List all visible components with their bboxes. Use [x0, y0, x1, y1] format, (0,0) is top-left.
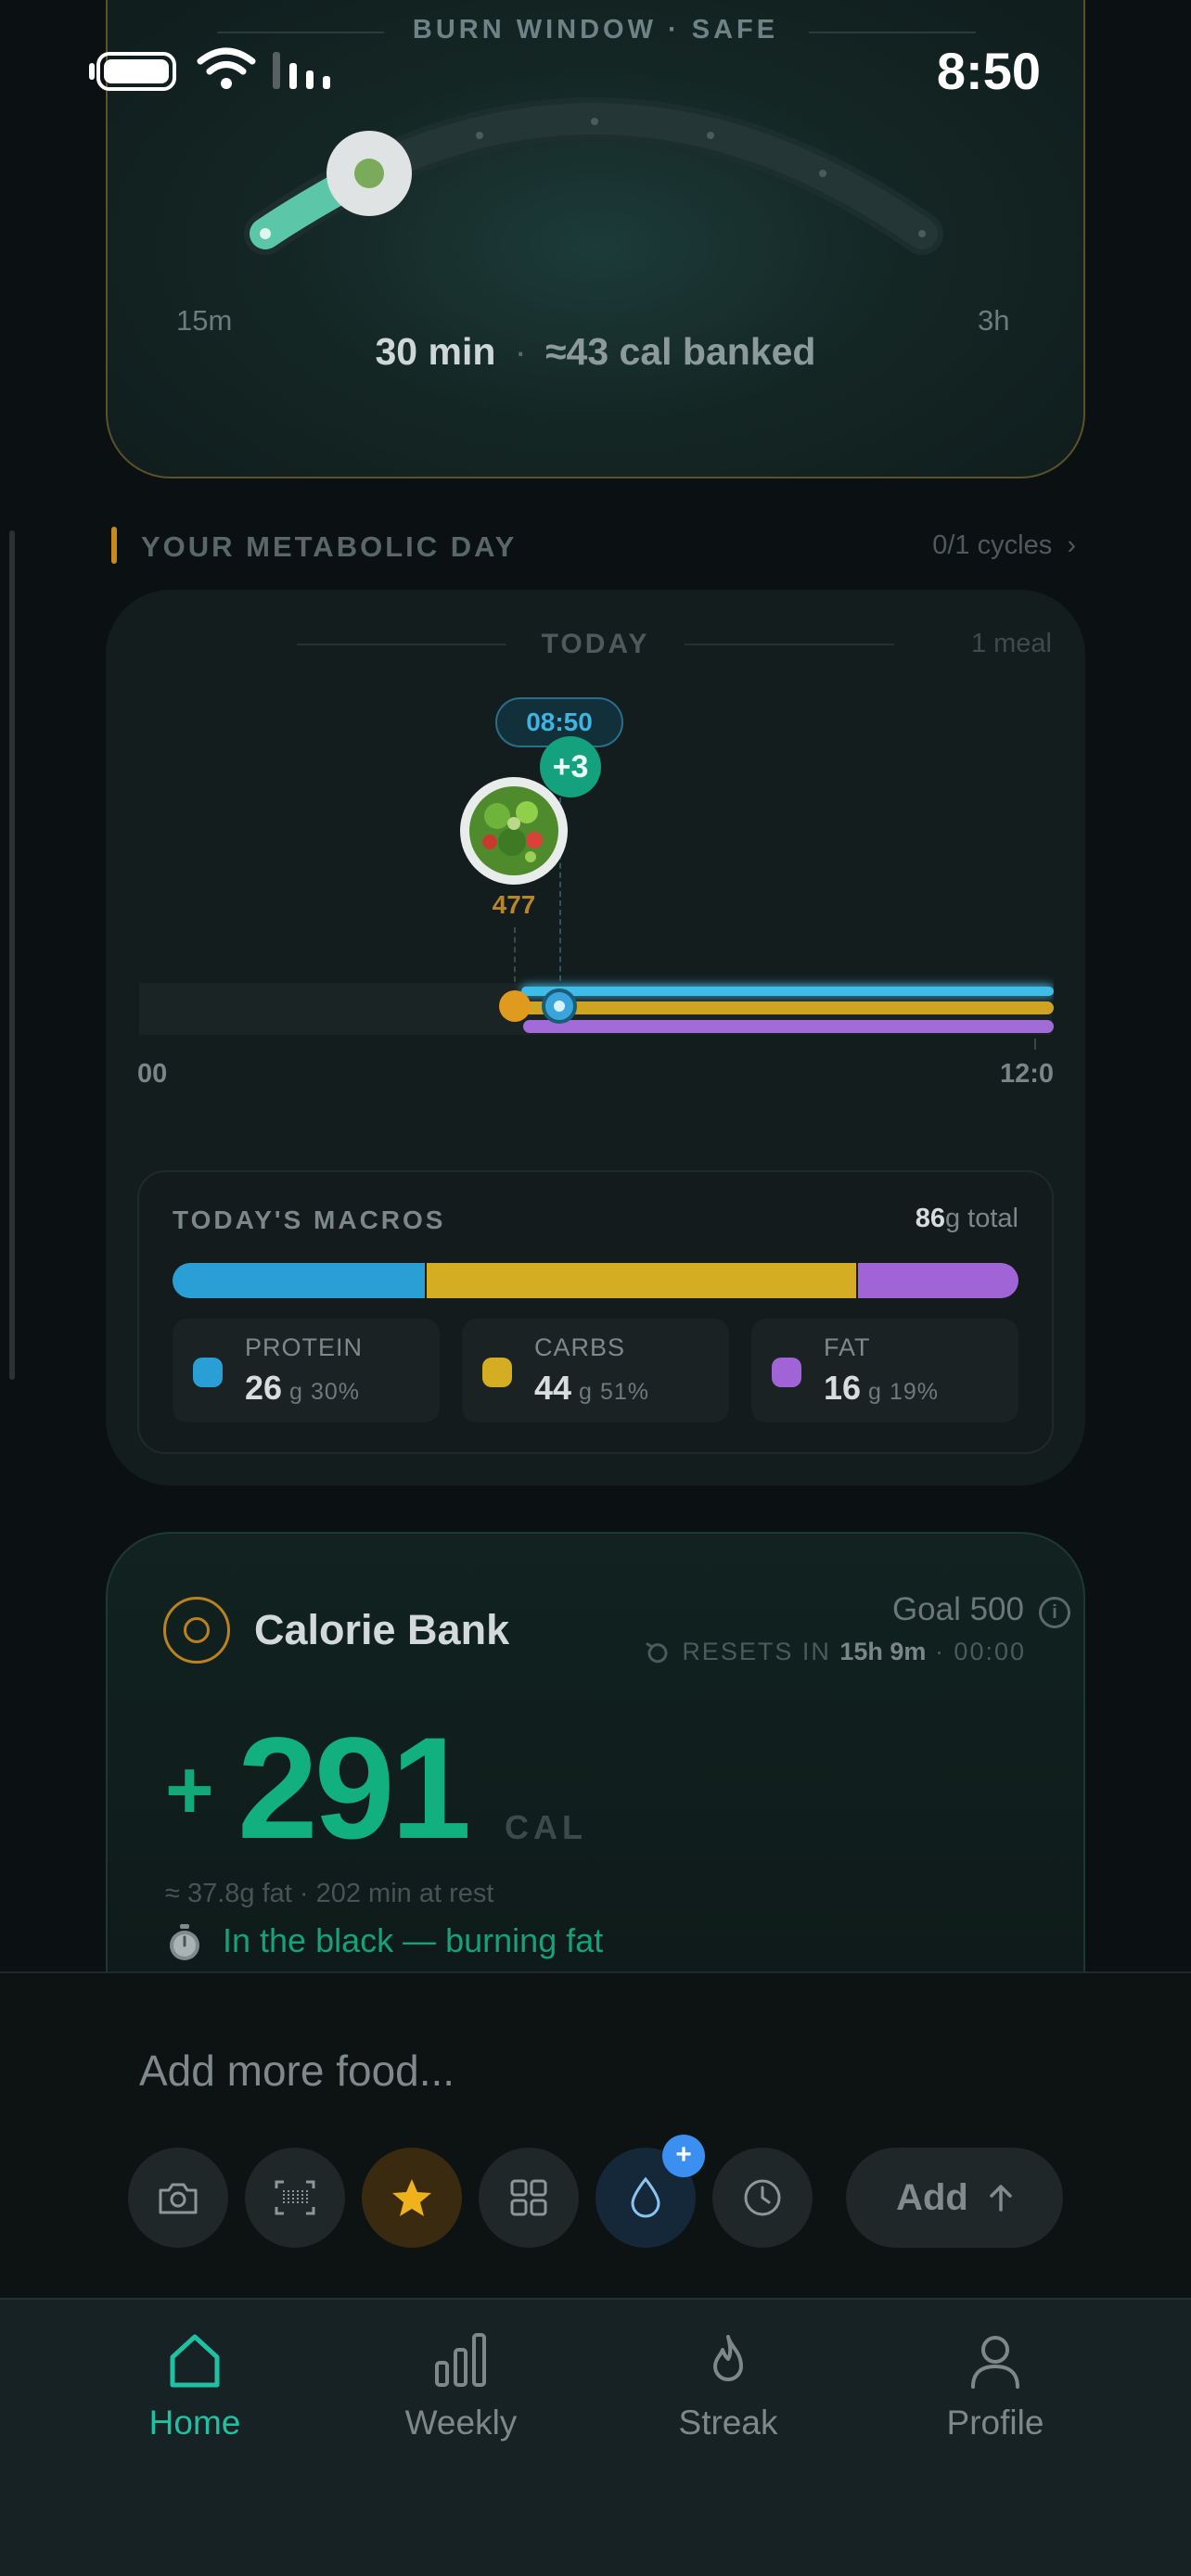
person-icon	[971, 2336, 1019, 2389]
macro-name: PROTEIN	[245, 1333, 364, 1361]
burn-banked: ≈43 cal banked	[545, 330, 816, 373]
bank-subtext: ≈ 37.8g fat · 202 min at rest	[165, 1879, 494, 1908]
meal-count: 1 meal	[970, 629, 1052, 658]
add-food-input[interactable]: Add more food...	[139, 2046, 455, 2096]
history-button[interactable]	[712, 2148, 813, 2248]
tab-streak[interactable]: Streak	[617, 2331, 839, 2442]
macros-total: 86g total	[915, 1204, 1018, 1233]
bank-sign: +	[165, 1744, 214, 1837]
carbs-segment	[426, 1263, 858, 1298]
reset-countdown: RESETS IN 15h 9m · 00:00	[682, 1638, 1026, 1665]
bank-value: 291	[237, 1708, 471, 1869]
protein-band	[521, 987, 1054, 996]
macro-value: 16 g 19%	[824, 1369, 939, 1407]
timeline-end-label: 12:0	[999, 1059, 1054, 1089]
protein-segment	[173, 1263, 427, 1298]
bank-status: In the black — burning fat	[223, 1921, 604, 1959]
carbs-swatch	[482, 1358, 512, 1387]
tab-weekly[interactable]: Weekly	[350, 2331, 572, 2442]
fat-segment	[857, 1263, 1018, 1298]
slider-thumb[interactable]	[327, 131, 412, 216]
add-food-panel	[0, 1971, 1191, 2298]
wifi-icon	[197, 47, 256, 89]
macro-name: FAT	[824, 1333, 871, 1361]
water-add-badge[interactable]: +	[662, 2135, 705, 2177]
star-icon	[392, 2179, 431, 2216]
burn-duration: 30 min	[375, 330, 496, 373]
macro-distribution-bar	[173, 1263, 1018, 1298]
burn-summary: 30 min · ≈43 cal banked	[375, 330, 816, 373]
bank-unit: CAL	[505, 1808, 587, 1846]
fat-band	[523, 1020, 1054, 1033]
bank-goal: Goal 500	[891, 1591, 1024, 1627]
section-title: YOUR METABOLIC DAY	[141, 530, 518, 563]
macro-value: 44 g 51%	[534, 1369, 649, 1407]
carbs-band	[523, 1001, 1054, 1014]
reset-icon	[646, 1642, 668, 1664]
info-icon[interactable]: i	[1039, 1597, 1070, 1628]
bar-chart-icon	[435, 2333, 486, 2387]
macro-value: 26 g 30%	[245, 1369, 360, 1407]
stopwatch-icon	[170, 1924, 199, 1960]
macro-name: CARBS	[534, 1333, 626, 1361]
bank-ring-icon	[163, 1597, 230, 1664]
tab-home[interactable]: Home	[83, 2331, 306, 2442]
library-button[interactable]	[479, 2148, 579, 2248]
cellular-signal-icon	[273, 52, 330, 89]
battery-icon	[96, 52, 176, 91]
grid-icon	[510, 2179, 547, 2216]
cycles-link[interactable]: 0/1 cycles ›	[932, 530, 1076, 561]
camera-icon	[159, 2183, 198, 2214]
tab-label: Profile	[946, 2404, 1044, 2442]
macros-title: TODAY'S MACROS	[173, 1205, 446, 1234]
add-button-label: Add	[896, 2176, 968, 2218]
more-meals-badge[interactable]: +3	[540, 736, 601, 797]
tab-label: Streak	[678, 2404, 778, 2442]
clock-icon	[744, 2179, 781, 2216]
chevron-right-icon: ›	[1067, 530, 1076, 560]
arrow-up-icon	[990, 2185, 1012, 2212]
battery-nub	[89, 63, 95, 80]
macro-tile-fat[interactable]: FAT 16 g 19%	[751, 1319, 1018, 1422]
section-accent	[111, 527, 117, 564]
add-button[interactable]: Add	[846, 2148, 1063, 2248]
tab-label: Home	[148, 2404, 241, 2442]
flame-icon	[713, 2335, 743, 2381]
macro-tile-carbs[interactable]: CARBS 44 g 51%	[462, 1319, 729, 1422]
meal-calories: 477	[492, 890, 536, 919]
home-icon	[170, 2334, 220, 2388]
macro-tile-protein[interactable]: PROTEIN 26 g 30%	[173, 1319, 440, 1422]
status-bar: 8:50	[0, 0, 1191, 139]
favorites-button[interactable]	[362, 2148, 462, 2248]
barcode-scan-button[interactable]	[245, 2148, 345, 2248]
barcode-scan-icon	[275, 2180, 315, 2215]
status-time: 8:50	[936, 42, 1041, 100]
tab-label: Weekly	[404, 2404, 518, 2442]
tab-profile[interactable]: Profile	[884, 2331, 1107, 2442]
timeline-start-label: 00	[137, 1059, 168, 1089]
timeline-tick	[1034, 1039, 1036, 1050]
camera-button[interactable]	[128, 2148, 228, 2248]
water-drop-icon	[631, 2176, 660, 2218]
calorie-bank-title: Calorie Bank	[254, 1606, 510, 1653]
protein-swatch	[193, 1358, 223, 1387]
fat-swatch	[772, 1358, 801, 1387]
metabolic-timeline[interactable]	[139, 964, 1054, 1057]
meal-dot[interactable]	[499, 990, 531, 1022]
